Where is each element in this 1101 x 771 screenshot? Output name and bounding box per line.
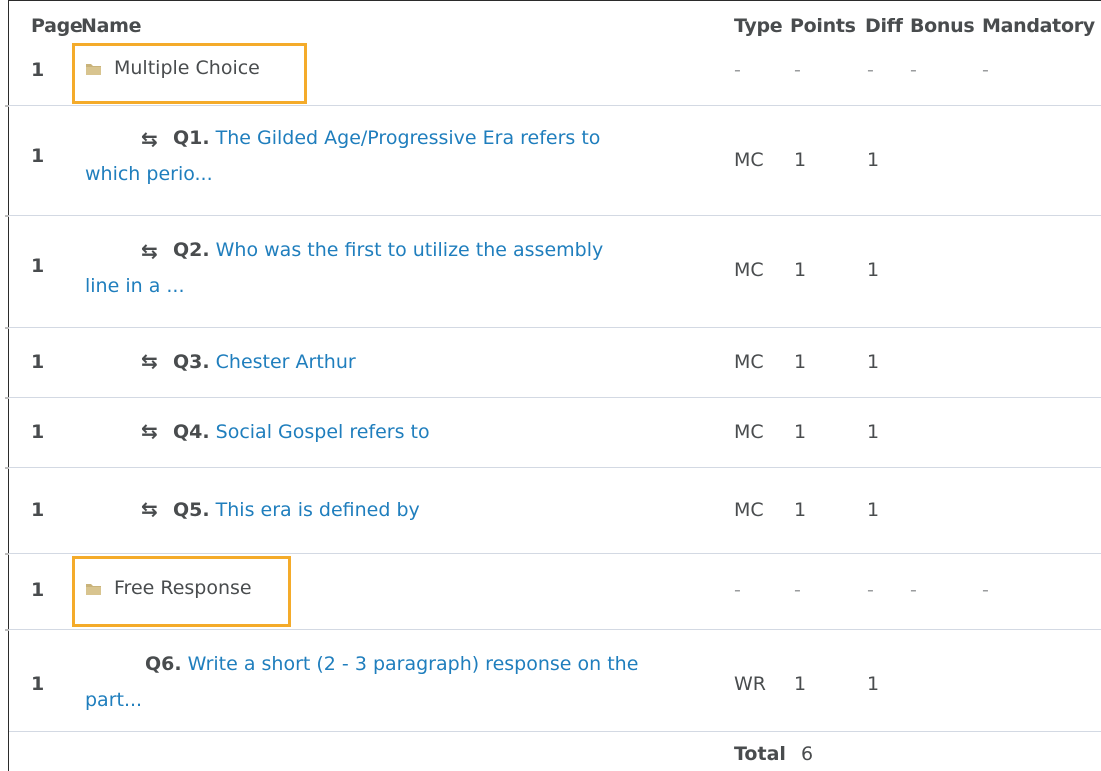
page-number: 1 xyxy=(31,59,45,81)
total-label: Total xyxy=(734,743,786,765)
section-title[interactable]: Free Response xyxy=(85,577,252,599)
page-number: 1 xyxy=(31,499,45,521)
question-row: 1 ⇆ Q4. Social Gospel refers to MC 1 1 xyxy=(5,397,1101,468)
section-row-free-response: 1 Free Response - - - - - xyxy=(5,553,1101,630)
type-value: MC xyxy=(734,149,764,171)
type-value: - xyxy=(734,579,741,601)
points-value: 1 xyxy=(794,259,807,281)
points-value: 1 xyxy=(794,673,807,695)
question-title[interactable]: Q3. Chester Arthur xyxy=(173,351,356,373)
question-row: 1 ⇆ Q5. This era is defined by MC 1 1 xyxy=(5,467,1101,554)
points-value: 1 xyxy=(794,351,807,373)
total-value: 6 xyxy=(801,743,814,765)
question-title-line1[interactable]: Q1. The Gilded Age/Progressive Era refer… xyxy=(173,127,600,149)
folder-icon xyxy=(86,63,101,75)
page-number: 1 xyxy=(31,579,45,601)
diff-value: 1 xyxy=(867,673,880,695)
branching-question-icon: ⇆ xyxy=(141,239,158,263)
section-row-multiple-choice: 1 Multiple Choice - - - - - xyxy=(9,43,1101,106)
question-row: 1 ⇆ Q2. Who was the first to utilize the… xyxy=(5,215,1101,328)
points-value: - xyxy=(794,59,801,81)
mandatory-value: - xyxy=(982,579,989,601)
folder-icon xyxy=(86,583,101,595)
type-value: MC xyxy=(734,499,764,521)
column-header-type: Type xyxy=(734,15,783,37)
question-row: 1 ⇆ Q3. Chester Arthur MC 1 1 xyxy=(5,327,1101,398)
type-value: MC xyxy=(734,421,764,443)
page-number: 1 xyxy=(31,351,45,373)
diff-value: 1 xyxy=(867,351,880,373)
question-row: 1 ⇆ Q1. The Gilded Age/Progressive Era r… xyxy=(5,105,1101,216)
diff-value: 1 xyxy=(867,259,880,281)
branching-question-icon: ⇆ xyxy=(141,127,158,151)
question-title[interactable]: Q4. Social Gospel refers to xyxy=(173,421,430,443)
mandatory-value: - xyxy=(982,59,989,81)
diff-value: 1 xyxy=(867,499,880,521)
question-title-line2[interactable]: line in a ... xyxy=(85,275,185,297)
branching-question-icon: ⇆ xyxy=(141,419,158,443)
column-header-diff: Diff xyxy=(865,15,903,37)
points-value: 1 xyxy=(794,421,807,443)
page-number: 1 xyxy=(31,421,45,443)
points-value: - xyxy=(794,579,801,601)
bonus-value: - xyxy=(910,579,917,601)
branching-question-icon: ⇆ xyxy=(141,497,158,521)
question-row: 1 Q6. Write a short (2 - 3 paragraph) re… xyxy=(5,629,1101,732)
type-value: - xyxy=(734,59,741,81)
column-header-page: Page xyxy=(31,15,83,37)
type-value: MC xyxy=(734,259,764,281)
type-value: WR xyxy=(734,673,766,695)
diff-value: 1 xyxy=(867,149,880,171)
branching-question-icon: ⇆ xyxy=(141,349,158,373)
question-title-line2[interactable]: which perio... xyxy=(85,163,213,185)
page-number: 1 xyxy=(31,673,45,695)
section-title[interactable]: Multiple Choice xyxy=(85,57,260,79)
question-title-line2[interactable]: part... xyxy=(85,689,142,711)
column-header-points: Points xyxy=(790,15,856,37)
page-number: 1 xyxy=(31,255,45,277)
question-title[interactable]: Q5. This era is defined by xyxy=(173,499,420,521)
column-header-name: Name xyxy=(81,15,142,37)
column-header-mandatory: Mandatory xyxy=(982,15,1095,37)
column-header-bonus: Bonus xyxy=(910,15,975,37)
quiz-question-table: Page Name Type Points Diff Bonus Mandato… xyxy=(5,0,1101,771)
diff-value: - xyxy=(867,579,874,601)
type-value: MC xyxy=(734,351,764,373)
question-title-line1[interactable]: Q6. Write a short (2 - 3 paragraph) resp… xyxy=(145,653,638,675)
page-number: 1 xyxy=(31,145,45,167)
points-value: 1 xyxy=(794,149,807,171)
diff-value: 1 xyxy=(867,421,880,443)
question-title-line1[interactable]: Q2. Who was the first to utilize the ass… xyxy=(173,239,603,261)
bonus-value: - xyxy=(910,59,917,81)
diff-value: - xyxy=(867,59,874,81)
points-value: 1 xyxy=(794,499,807,521)
